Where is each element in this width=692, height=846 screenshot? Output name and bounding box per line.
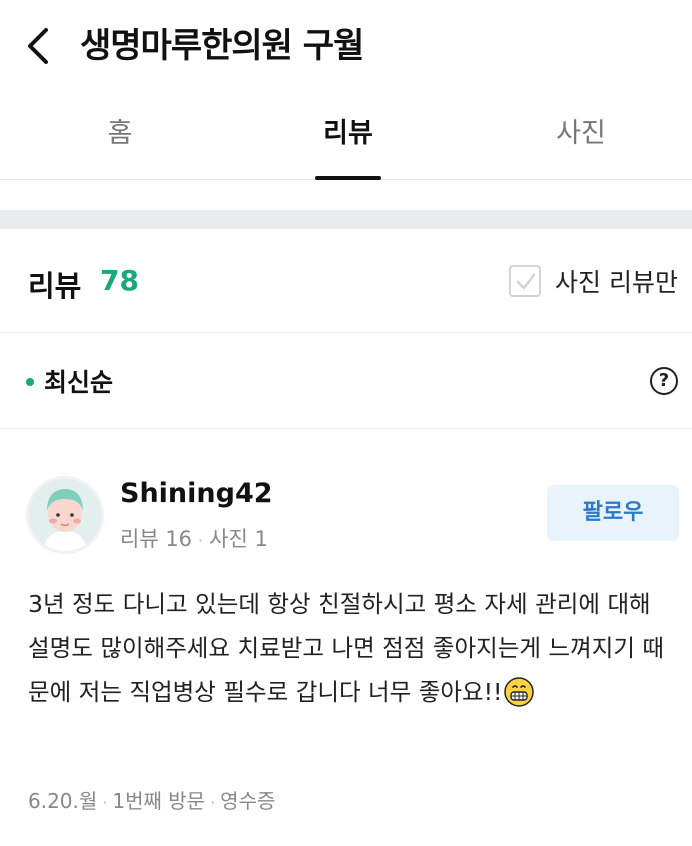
separator-dot: · xyxy=(198,531,204,550)
reviewer-review-count: 리뷰 16 xyxy=(120,527,193,551)
separator-dot: · xyxy=(102,793,108,812)
review-section-title: 리뷰 xyxy=(28,269,82,303)
spacer xyxy=(0,181,692,210)
tab-photos[interactable]: 사진 xyxy=(466,92,692,180)
follow-button[interactable]: 팔로우 xyxy=(547,485,679,541)
active-tab-indicator xyxy=(315,176,381,180)
reviewer-stats: 리뷰 16 · 사진 1 xyxy=(120,523,268,553)
tab-home[interactable]: 홈 xyxy=(5,92,235,180)
tab-bar: 홈 리뷰 사진 xyxy=(0,92,692,180)
photo-reviews-only-toggle[interactable]: 사진 리뷰만 xyxy=(509,261,678,301)
separator-dot: · xyxy=(210,793,216,812)
app-header: 생명마루한의원 구월 xyxy=(0,0,692,92)
chevron-left-icon xyxy=(28,28,48,64)
back-button[interactable] xyxy=(20,22,60,70)
review-text-container: 3년 정도 다니고 있는데 항상 친절하시고 평소 자세 관리에 대해 설명도 … xyxy=(28,582,678,714)
receipt-badge: 영수증 xyxy=(220,789,276,813)
review-meta: 6.20.월 · 1번째 방문 · 영수증 xyxy=(28,785,275,814)
review-count: 78 xyxy=(100,264,139,297)
photo-reviews-only-label: 사진 리뷰만 xyxy=(555,268,678,297)
reviewer-name[interactable]: Shining42 xyxy=(120,478,273,509)
review-text: 3년 정도 다니고 있는데 항상 친절하시고 평소 자세 관리에 대해 설명도 … xyxy=(28,590,665,706)
reviewer-photo-count: 사진 1 xyxy=(209,527,268,551)
review-section-header: 리뷰 78 사진 리뷰만 xyxy=(0,229,692,333)
visit-date: 6.20.월 xyxy=(28,789,98,813)
check-icon xyxy=(516,273,536,290)
tab-reviews[interactable]: 리뷰 xyxy=(233,92,463,180)
sort-bar: 최신순 ? xyxy=(0,333,692,429)
question-circle-icon[interactable]: ? xyxy=(650,367,678,395)
review-card: Shining42 리뷰 16 · 사진 1 팔로우 3년 정도 다니고 있는데 항… xyxy=(0,430,692,846)
visit-count: 1번째 방문 xyxy=(112,789,206,813)
checkbox[interactable] xyxy=(509,265,542,297)
page-title: 생명마루한의원 구월 xyxy=(80,26,364,66)
avatar[interactable] xyxy=(26,476,104,554)
sort-latest-button[interactable]: 최신순 xyxy=(44,363,113,399)
profile-character-icon xyxy=(29,479,101,551)
section-divider xyxy=(0,210,692,229)
grinning-face-emoji-icon xyxy=(504,677,535,707)
sort-dot-icon xyxy=(26,378,34,386)
